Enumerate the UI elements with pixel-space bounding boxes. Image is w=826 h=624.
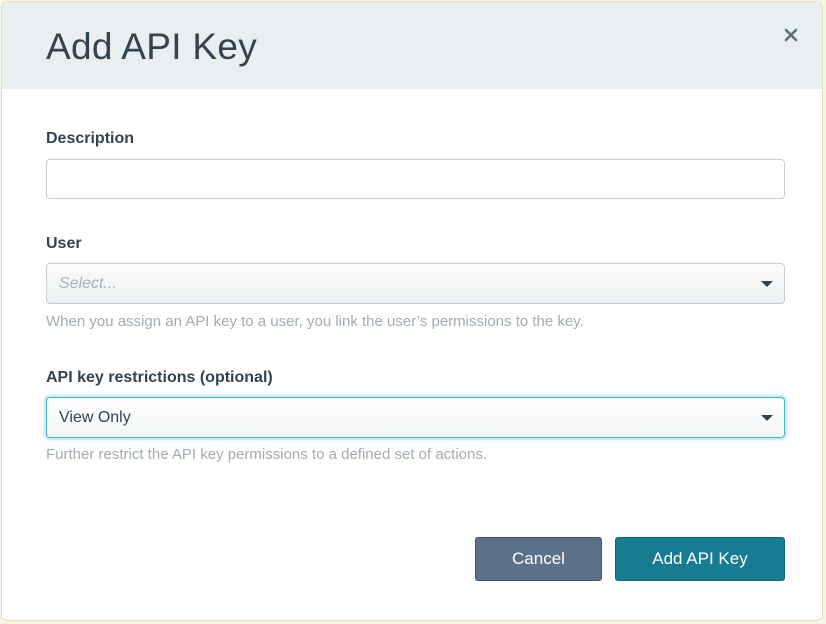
dialog-header: Add API Key (2, 2, 822, 89)
user-select-placeholder: Select... (59, 275, 117, 292)
restrictions-label: API key restrictions (optional) (46, 369, 273, 386)
cancel-button[interactable]: Cancel (475, 537, 602, 581)
close-icon[interactable] (784, 28, 804, 48)
restrictions-select[interactable]: View Only (46, 397, 785, 438)
user-label: User (46, 235, 82, 252)
restrictions-helper-text: Further restrict the API key permissions… (46, 446, 488, 463)
restrictions-select-value: View Only (59, 409, 131, 426)
user-select[interactable]: Select... (46, 263, 785, 304)
add-api-key-button[interactable]: Add API Key (615, 537, 785, 581)
description-label: Description (46, 130, 135, 147)
chevron-down-icon (761, 281, 773, 287)
user-helper-text: When you assign an API key to a user, yo… (46, 313, 584, 330)
add-api-key-dialog: Add API Key Description User Select... W… (1, 1, 823, 621)
description-input[interactable] (46, 159, 785, 199)
dialog-title: Add API Key (46, 26, 258, 67)
chevron-down-icon (761, 415, 773, 421)
